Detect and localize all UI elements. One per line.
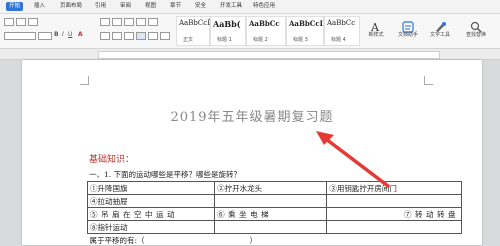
doc-assistant-icon [402, 18, 414, 30]
tab-security[interactable]: 安全 [195, 2, 206, 11]
table-cell: ⑦转动转盘 [327, 208, 462, 221]
table-row: ⑧指针运动 [88, 221, 462, 234]
table-cell [215, 195, 327, 208]
font-color-icon[interactable]: A [78, 31, 83, 39]
table-cell [327, 221, 462, 234]
sort-icon[interactable] [148, 18, 158, 26]
style-label: 标题 4 [331, 36, 346, 43]
table-cell: ①升降国旗 [88, 182, 215, 195]
cut-icon[interactable] [4, 18, 14, 26]
align-left-icon[interactable] [100, 32, 110, 40]
table-cell: ⑤吊扇在空中运动 [88, 208, 215, 221]
text-tools-label: 文字工具 [426, 31, 454, 38]
style-label: 正文 [183, 36, 193, 43]
table-cell: ⑧指针运动 [88, 221, 215, 234]
format-painter-icon[interactable] [28, 18, 38, 26]
ribbon-toolbar: B I U A AaBbCcDd 正文 AaBb( 标题 1 AaBbCc 标题… [0, 14, 500, 49]
line-spacing-icon[interactable] [148, 32, 158, 40]
style-heading-1[interactable]: AaBb( 标题 1 [210, 16, 246, 46]
document-page[interactable]: 2019年五年级暑期复习题 基础知识： 一、1. 下面的运动哪些是平移？哪些是旋… [22, 60, 482, 245]
style-normal[interactable]: AaBbCcDd 正文 [176, 16, 210, 46]
underline-icon[interactable]: U [68, 31, 72, 39]
table-cell: ⑥乘坐电梯 [215, 208, 327, 221]
new-style-button[interactable]: A 新样式 [362, 16, 390, 44]
section-heading: 基础知识： [89, 152, 134, 165]
numbered-list-icon[interactable] [112, 18, 122, 26]
shading-icon[interactable] [160, 32, 170, 40]
bold-icon[interactable]: B [54, 31, 59, 39]
find-replace-icon [470, 18, 482, 30]
table-row: ④拉动抽屉 [88, 195, 462, 208]
style-label: 标题 3 [293, 36, 308, 43]
font-name-select[interactable] [4, 32, 36, 40]
table-row: ⑤吊扇在空中运动 ⑥乘坐电梯 ⑦转动转盘 [88, 208, 462, 221]
table-row: ①升降国旗 ②拧开水龙头 ③用钥匙拧开房间门 [88, 182, 462, 195]
tab-developer[interactable]: 开发工具 [220, 2, 242, 11]
italic-icon[interactable]: I [62, 31, 64, 39]
tab-page-layout[interactable]: 页面布局 [60, 2, 82, 11]
tab-home[interactable]: 开始 [6, 2, 23, 11]
style-heading-3[interactable]: AaBbCcI 标题 3 [286, 16, 324, 46]
find-replace-button[interactable]: 查找替换 [462, 16, 490, 44]
margin-corner-top-left [80, 76, 89, 85]
table-cell [327, 195, 462, 208]
tab-references[interactable]: 引用 [95, 2, 106, 11]
table-cell: ④拉动抽屉 [88, 195, 215, 208]
doc-assistant-label: 文档助手 [394, 31, 422, 38]
style-sample: AaBb( [213, 19, 241, 29]
doc-assistant-button[interactable]: 文档助手 [394, 16, 422, 44]
table-cell [215, 221, 327, 234]
style-sample: AaBbCc [327, 19, 355, 27]
copy-icon[interactable] [16, 18, 26, 26]
style-label: 标题 1 [217, 36, 232, 43]
align-center-icon[interactable] [112, 32, 122, 40]
question-text: 一、1. 下面的运动哪些是平移？哪些是旋转？ [89, 169, 241, 180]
table-cell: ③用钥匙拧开房间门 [327, 182, 462, 195]
tab-review[interactable]: 审阅 [120, 2, 131, 11]
new-style-icon: A [370, 18, 382, 30]
outdent-icon[interactable] [136, 18, 146, 26]
style-heading-2[interactable]: AaBbCc 标题 2 [246, 16, 286, 46]
menu-bar: 开始 插入 页面布局 引用 审阅 视图 章节 安全 开发工具 特色应用 [0, 0, 500, 14]
tab-features[interactable]: 特色应用 [253, 2, 275, 11]
font-size-select[interactable] [38, 32, 52, 40]
find-replace-label: 查找替换 [462, 31, 490, 38]
text-tools-button[interactable]: 文字工具 [426, 16, 454, 44]
movement-table: ①升降国旗 ②拧开水龙头 ③用钥匙拧开房间门 ④拉动抽屉 ⑤吊扇在空中运动 ⑥乘… [87, 181, 462, 246]
tab-insert[interactable]: 插入 [34, 2, 45, 11]
margin-corner-top-right [424, 76, 433, 85]
align-justify-icon[interactable] [136, 32, 146, 40]
style-label: 标题 2 [253, 36, 268, 43]
bullet-list-icon[interactable] [100, 18, 110, 26]
style-sample: AaBbCcI [289, 19, 323, 28]
document-title: 2019年五年级暑期复习题 [22, 106, 482, 125]
table-row: 属于平移的有:（ ） [88, 234, 462, 246]
new-style-label: 新样式 [362, 31, 390, 38]
tab-chapter[interactable]: 章节 [170, 2, 181, 11]
text-tools-icon [434, 18, 446, 30]
tab-view[interactable]: 视图 [145, 2, 156, 11]
style-heading-4[interactable]: AaBbCc 标题 4 [324, 16, 360, 46]
ruler-track [98, 51, 440, 59]
style-sample: AaBbCc [249, 19, 280, 28]
indent-icon[interactable] [124, 18, 134, 26]
table-cell: ②拧开水龙头 [215, 182, 327, 195]
align-right-icon[interactable] [124, 32, 134, 40]
table-cell: 属于平移的有:（ ） [88, 234, 462, 246]
horizontal-ruler[interactable] [0, 49, 500, 60]
